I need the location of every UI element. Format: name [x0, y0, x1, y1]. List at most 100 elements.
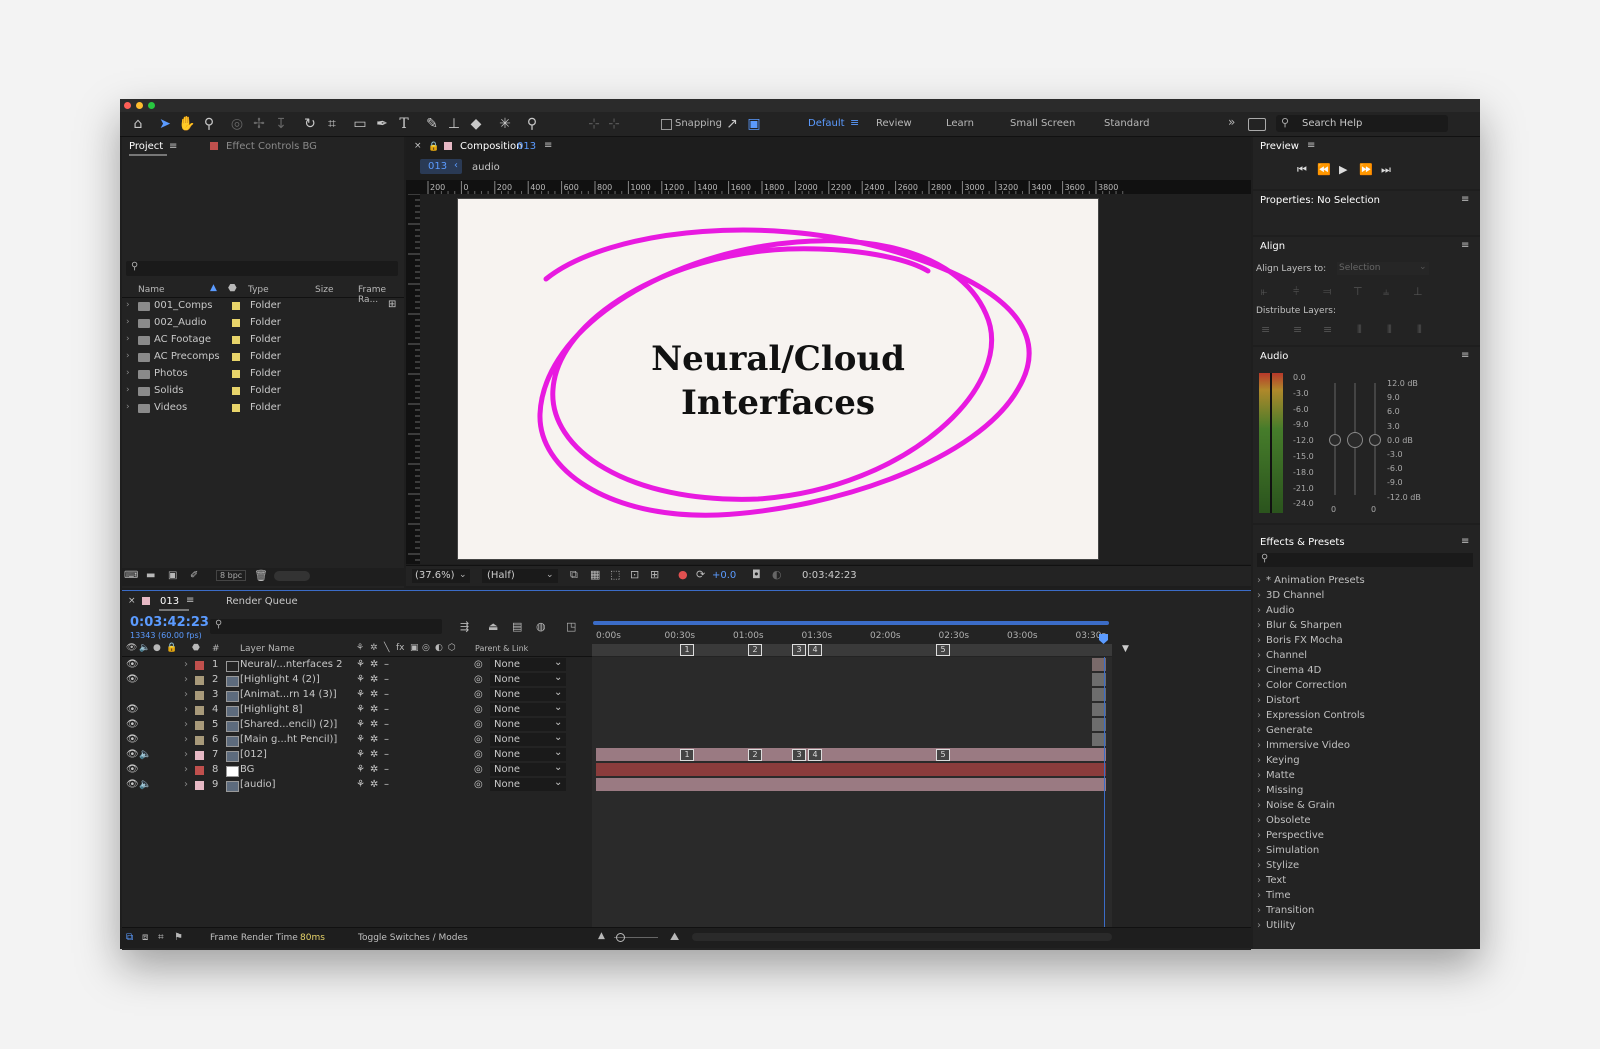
- table-row[interactable]: 👁 › 7 [012] ⚘ ✲ – ◎ 🔈 None ⌄: [122, 747, 592, 763]
- effects-category-item[interactable]: › Audio: [1257, 605, 1294, 616]
- parent-pickwhip-icon[interactable]: ◎: [474, 704, 483, 715]
- chevron-right-icon[interactable]: ›: [184, 749, 188, 760]
- effects-category-item[interactable]: › Stylize: [1257, 860, 1299, 871]
- chevron-right-icon[interactable]: ›: [184, 734, 188, 745]
- eraser-tool-icon[interactable]: ◆: [467, 115, 485, 133]
- workspace-standard[interactable]: Standard: [1104, 118, 1150, 129]
- table-row[interactable]: 👁 › 8 BG ⚘ ✲ – ◎ None ⌄: [122, 762, 592, 778]
- pen-tool-icon[interactable]: ✒: [373, 115, 391, 133]
- interpret-footage-icon[interactable]: ⌨: [124, 570, 138, 581]
- layer-label-color[interactable]: [195, 691, 204, 700]
- audio-on-icon[interactable]: 🔈: [139, 779, 151, 790]
- label-tag-icon[interactable]: ⬣: [192, 643, 200, 653]
- comp-mini-flowchart-icon[interactable]: ⇶: [460, 620, 469, 633]
- layer-label-color[interactable]: [195, 736, 204, 745]
- chevron-right-icon[interactable]: ›: [184, 689, 188, 700]
- draft-3d-icon[interactable]: ⏏: [488, 620, 498, 633]
- layer-name[interactable]: [audio]: [240, 779, 276, 790]
- collapse-switch-icon[interactable]: ✲: [370, 779, 378, 790]
- collapse-switch-icon[interactable]: ✲: [370, 749, 378, 760]
- list-item[interactable]: › AC Precomps Folder: [124, 349, 402, 366]
- magnification-dropdown[interactable]: (37.6%) ⌄: [412, 569, 470, 583]
- parent-pickwhip-icon[interactable]: ◎: [474, 749, 483, 760]
- frame-blend-switch-icon[interactable]: ▣: [410, 643, 419, 653]
- quality-switch-icon[interactable]: –: [384, 659, 389, 670]
- layer-label-color[interactable]: [195, 766, 204, 775]
- layer-visibility-icon[interactable]: 👁: [126, 749, 139, 760]
- breadcrumb-comp[interactable]: 013 ‹: [420, 159, 462, 174]
- layer-name[interactable]: [Highlight 8]: [240, 704, 303, 715]
- layer-label-color[interactable]: [195, 721, 204, 730]
- chevron-right-icon[interactable]: ›: [184, 764, 188, 775]
- collapse-switch-icon[interactable]: ✲: [370, 704, 378, 715]
- list-item[interactable]: › AC Footage Folder: [124, 332, 402, 349]
- parent-link-dropdown[interactable]: None ⌄: [490, 747, 566, 761]
- transparency-grid-icon[interactable]: ▦: [590, 568, 600, 581]
- frame-blending-icon[interactable]: ◍: [536, 620, 546, 633]
- chevron-right-icon[interactable]: ›: [126, 351, 130, 361]
- parent-link-dropdown[interactable]: None ⌄: [490, 762, 566, 776]
- home-icon[interactable]: ⌂: [129, 115, 147, 133]
- table-row[interactable]: 👁 › 2 [Highlight 4 (2)] ⚘ ✲ – ◎ None ⌄: [122, 672, 592, 688]
- label-color[interactable]: [232, 387, 240, 395]
- chevron-right-icon[interactable]: ›: [184, 674, 188, 685]
- parent-pickwhip-icon[interactable]: ◎: [474, 764, 483, 775]
- parent-link-dropdown[interactable]: None ⌄: [490, 687, 566, 701]
- render-time-icon[interactable]: ⚑: [174, 932, 183, 943]
- table-row[interactable]: 👁 › 4 [Highlight 8] ⚘ ✲ – ◎ None ⌄: [122, 702, 592, 718]
- collapse-switch-icon[interactable]: ✲: [370, 659, 378, 670]
- quality-switch-icon[interactable]: –: [384, 734, 389, 745]
- parent-pickwhip-icon[interactable]: ◎: [474, 689, 483, 700]
- collapse-switch-icon[interactable]: ✲: [370, 674, 378, 685]
- comp-marker-bin-icon[interactable]: ▼: [1122, 644, 1132, 654]
- fast-previews-icon[interactable]: ⧉: [570, 568, 578, 582]
- hand-tool-icon[interactable]: ✋: [178, 115, 196, 133]
- new-folder-icon[interactable]: ▬: [146, 570, 155, 581]
- collapse-switch-icon[interactable]: ✲: [370, 734, 378, 745]
- world-axis-icon[interactable]: ⊹: [605, 115, 623, 133]
- local-axis-icon[interactable]: ⊹: [585, 115, 603, 133]
- rotation-tool-icon[interactable]: ↻: [301, 115, 319, 133]
- shy-switch-icon[interactable]: ⚘: [356, 643, 364, 653]
- layer-tracks[interactable]: 1 2 34 5: [592, 657, 1112, 927]
- align-top-icon[interactable]: ⊤: [1353, 285, 1363, 298]
- layer-label-color[interactable]: [195, 661, 204, 670]
- effects-category-item[interactable]: › Simulation: [1257, 845, 1319, 856]
- master-fader-knob[interactable]: [1347, 432, 1363, 448]
- snapshot-camera-icon[interactable]: ◘: [752, 568, 761, 581]
- layer-duration-bar[interactable]: [596, 763, 1106, 776]
- transfer-controls-icon[interactable]: ⧈: [142, 932, 148, 943]
- chevron-right-icon[interactable]: ›: [126, 368, 130, 378]
- solo-switch-icon[interactable]: ●: [153, 643, 161, 653]
- align-left-icon[interactable]: ⫦: [1261, 285, 1267, 299]
- bit-depth-button[interactable]: 8 bpc: [216, 570, 247, 581]
- quality-switch-icon[interactable]: ╲: [384, 643, 389, 653]
- timeline-tab-comp[interactable]: 013: [160, 596, 179, 607]
- chevron-right-icon[interactable]: ›: [126, 300, 130, 310]
- tab-project[interactable]: Project: [129, 141, 163, 152]
- align-to-dropdown[interactable]: Selection ⌄: [1337, 262, 1429, 275]
- align-vertical-center-icon[interactable]: ⫨: [1383, 285, 1389, 299]
- list-item[interactable]: › Solids Folder: [124, 383, 402, 400]
- quality-switch-icon[interactable]: –: [384, 719, 389, 730]
- label-color[interactable]: [232, 370, 240, 378]
- layer-name[interactable]: [012]: [240, 749, 267, 760]
- align-bottom-icon[interactable]: ⊥: [1413, 285, 1423, 298]
- in-out-icon[interactable]: ⌗: [158, 932, 164, 943]
- composition-viewer[interactable]: Neural/Cloud Interfaces: [420, 194, 1251, 564]
- label-tag-icon[interactable]: ⬣: [228, 283, 237, 294]
- effects-category-item[interactable]: › * Animation Presets: [1257, 575, 1365, 586]
- layer-name[interactable]: [Highlight 4 (2)]: [240, 674, 320, 685]
- layer-visibility-icon[interactable]: 👁: [126, 779, 139, 790]
- anchor-point-tool-icon[interactable]: ⌗: [323, 115, 341, 133]
- timeline-horizontal-scrollbar[interactable]: [692, 933, 1112, 941]
- play-icon[interactable]: ▶: [1339, 163, 1347, 176]
- label-color[interactable]: [232, 353, 240, 361]
- distribute-right-icon[interactable]: ⦀: [1417, 323, 1422, 337]
- layer-switches-icon[interactable]: ⧉: [126, 932, 133, 943]
- layer-visibility-icon[interactable]: 👁: [126, 764, 139, 775]
- effects-category-item[interactable]: › Utility: [1257, 920, 1295, 931]
- time-ruler[interactable]: 0:00s 00:30s 01:00s 01:30s 02:00s 02:30s 03:00…: [592, 629, 1112, 643]
- effects-category-item[interactable]: › Blur & Sharpen: [1257, 620, 1342, 631]
- layer-duration-bar[interactable]: [596, 748, 1106, 761]
